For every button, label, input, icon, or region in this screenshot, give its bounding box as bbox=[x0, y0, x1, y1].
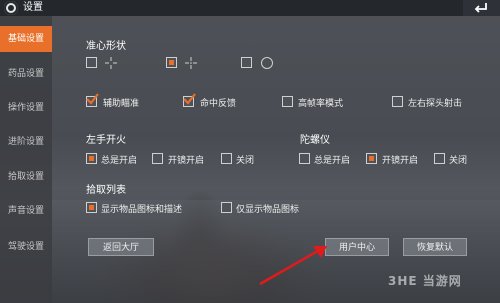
left-fire-off-radio[interactable] bbox=[221, 153, 232, 164]
high-fps-checkbox[interactable] bbox=[282, 96, 293, 107]
gyro-off-radio[interactable] bbox=[434, 153, 445, 164]
pickup-icon-only-radio[interactable] bbox=[221, 202, 232, 213]
pickup-heading: 拾取列表 bbox=[86, 185, 126, 196]
sidebar-item-advanced[interactable]: 进阶设置 bbox=[0, 129, 52, 155]
peek-fire-label: 左右探头射击 bbox=[408, 99, 463, 109]
crosshair-circle-icon bbox=[261, 57, 273, 69]
sidebar-item-medicine[interactable]: 药品设置 bbox=[0, 61, 52, 87]
crosshair-cross-icon bbox=[105, 57, 117, 69]
crosshair-heading: 准心形状 bbox=[86, 41, 126, 52]
return-arrow-icon bbox=[474, 3, 487, 13]
pickup-full-label: 显示物品图标和描述 bbox=[101, 205, 183, 215]
red-arrow-annotation bbox=[259, 246, 327, 286]
sidebar-item-sound[interactable]: 声音设置 bbox=[0, 198, 52, 224]
sidebar-item-driving[interactable]: 驾驶设置 bbox=[0, 234, 52, 260]
left-fire-scope-radio[interactable] bbox=[152, 153, 163, 164]
sidebar: 基础设置 药品设置 操作设置 进阶设置 拾取设置 声音设置 驾驶设置 bbox=[0, 16, 52, 303]
sidebar-item-pickup[interactable]: 拾取设置 bbox=[0, 164, 52, 190]
crosshair-option-1-checkbox[interactable] bbox=[86, 57, 97, 68]
hit-feedback-label: 命中反馈 bbox=[200, 99, 237, 109]
check-icon bbox=[183, 93, 196, 105]
sidebar-item-controls[interactable]: 操作设置 bbox=[0, 95, 52, 121]
page-title: 设置 bbox=[23, 2, 43, 13]
gyro-off-label: 关闭 bbox=[449, 156, 468, 166]
pickup-icon-only-label: 仅显示物品图标 bbox=[236, 205, 300, 215]
left-fire-off-label: 关闭 bbox=[236, 156, 255, 166]
high-fps-label: 高帧率模式 bbox=[298, 99, 344, 109]
gyro-always-radio[interactable] bbox=[299, 153, 310, 164]
back-lobby-button[interactable]: 返回大厅 bbox=[88, 238, 154, 256]
aim-assist-label: 辅助瞄准 bbox=[103, 99, 140, 109]
check-icon bbox=[86, 93, 99, 105]
back-button[interactable] bbox=[463, 0, 500, 16]
left-fire-scope-label: 开镜开启 bbox=[168, 156, 205, 166]
crosshair-option-3-checkbox[interactable] bbox=[241, 57, 252, 68]
crosshair-option-2-checkbox[interactable] bbox=[166, 57, 177, 68]
left-fire-always-radio[interactable] bbox=[86, 153, 97, 164]
gear-icon bbox=[4, 1, 18, 15]
left-fire-always-label: 总是开启 bbox=[101, 156, 138, 166]
restore-default-button[interactable]: 恢复默认 bbox=[403, 238, 467, 256]
top-bar: 设置 bbox=[0, 0, 500, 16]
sidebar-item-basic[interactable]: 基础设置 bbox=[0, 26, 52, 52]
gyro-scope-label: 开镜开启 bbox=[382, 156, 419, 166]
pickup-full-radio[interactable] bbox=[86, 202, 97, 213]
watermark: 3HE 当游网 bbox=[388, 274, 462, 288]
gyro-always-label: 总是开启 bbox=[314, 156, 351, 166]
gyro-heading: 陀螺仪 bbox=[300, 135, 330, 146]
crosshair-dot-cross-icon bbox=[185, 57, 197, 69]
gyro-scope-radio[interactable] bbox=[366, 153, 377, 164]
left-fire-heading: 左手开火 bbox=[86, 135, 126, 146]
peek-fire-checkbox[interactable] bbox=[392, 96, 403, 107]
